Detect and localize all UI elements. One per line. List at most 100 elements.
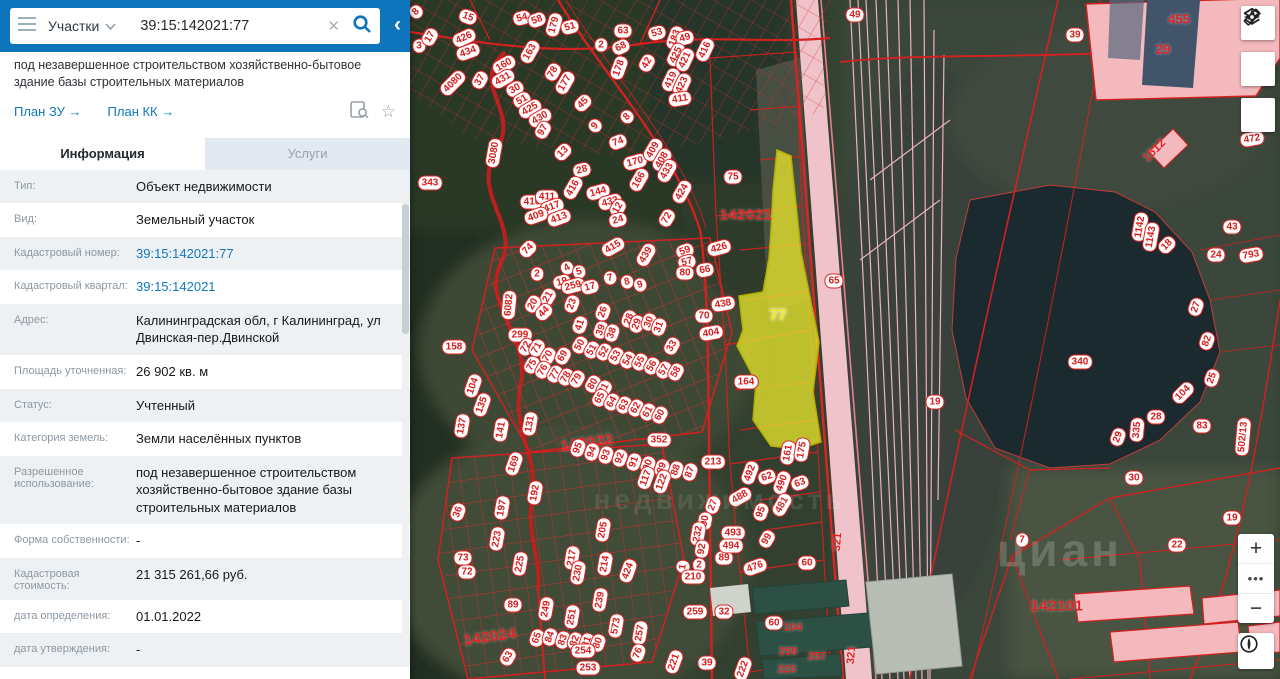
parcel-label[interactable]: 476 [741, 556, 769, 579]
parcel-label[interactable]: 65 [824, 274, 843, 289]
parcel-label[interactable]: 41 [570, 313, 591, 336]
parcel-label[interactable]: 13 [551, 140, 575, 164]
parcel-label[interactable]: 2 [594, 38, 608, 53]
parcel-label[interactable]: 9 [632, 276, 649, 294]
parcel-label[interactable]: 249 [536, 596, 555, 623]
parcel-label[interactable]: 66 [694, 261, 715, 279]
menu-icon[interactable] [18, 17, 36, 36]
parcel-label[interactable]: 29 [1108, 425, 1129, 448]
parcel-label[interactable]: 222 [732, 655, 755, 679]
parcel-label[interactable]: 42 [636, 51, 659, 75]
parcel-label[interactable]: 343 [418, 176, 443, 191]
tab-услуги[interactable]: Услуги [205, 138, 410, 170]
search-category-select[interactable]: Участки [48, 18, 99, 34]
parcel-label[interactable]: 472 [1239, 129, 1266, 148]
parcel-label[interactable]: 192 [525, 480, 544, 507]
parcel-label[interactable]: 251 [562, 604, 581, 631]
collapse-panel-icon[interactable]: ‹ [394, 13, 401, 37]
parcel-label[interactable]: 239 [590, 587, 609, 614]
parcel-label[interactable]: 53 [646, 23, 668, 42]
favorite-star-icon[interactable]: ☆ [381, 103, 396, 120]
parcel-label[interactable]: 74 [516, 237, 540, 261]
plan-link[interactable]: План КК → [108, 104, 175, 119]
parcel-label[interactable]: 169 [503, 450, 526, 478]
parcel-label[interactable]: 793 [1238, 245, 1265, 264]
parcel-label[interactable]: 70 [694, 309, 713, 324]
parcel-label[interactable]: 76 [628, 641, 649, 664]
preview-icon[interactable] [350, 101, 369, 123]
parcel-label[interactable]: 23 [562, 292, 583, 315]
parcel-label[interactable]: 131 [520, 411, 539, 438]
parcel-label[interactable]: 39 [697, 656, 716, 671]
parcel-label[interactable]: 205 [593, 517, 612, 544]
parcel-label[interactable]: 2 [530, 267, 544, 282]
parcel-label[interactable]: 416 [693, 36, 717, 65]
parcel-label[interactable]: 45 [571, 91, 595, 115]
parcel-label[interactable]: 43 [1222, 220, 1241, 235]
parcel-label[interactable]: 335 [1128, 417, 1145, 443]
parcel-label[interactable]: 92 [693, 538, 711, 559]
parcel-label[interactable]: 404 [698, 323, 725, 342]
parcel-label[interactable]: 63 [497, 645, 520, 669]
parcel-label[interactable]: 426 [705, 238, 733, 259]
parcel-label[interactable]: 213 [701, 455, 726, 470]
chevron-down-icon[interactable] [105, 17, 116, 35]
parcel-label[interactable]: 3080 [484, 137, 504, 169]
parcel-label[interactable]: 19 [925, 395, 944, 410]
parcel-label[interactable]: 104 [1169, 379, 1197, 407]
parcel-label[interactable]: 63 [613, 24, 632, 39]
parcel-label[interactable]: 137 [452, 413, 471, 440]
parcel-label[interactable]: 72 [457, 565, 476, 580]
clear-icon[interactable]: ✕ [327, 17, 340, 35]
parcel-label[interactable]: 230 [568, 560, 587, 587]
parcel-label[interactable]: 19 [1222, 511, 1241, 526]
parcel-label[interactable]: 178 [608, 54, 631, 82]
parcel-label[interactable]: 340 [1068, 355, 1093, 370]
scrollbar-thumb[interactable] [402, 204, 409, 334]
parcel-label[interactable]: 424 [617, 557, 640, 585]
parcel-label[interactable]: 163 [517, 38, 542, 67]
parcel-label[interactable]: 259 [683, 605, 708, 620]
parcel-label[interactable]: 439 [633, 241, 658, 270]
parcel-label[interactable]: 164 [734, 375, 759, 390]
measure-button[interactable] [1241, 52, 1275, 86]
plan-link[interactable]: План ЗУ → [14, 104, 82, 119]
parcel-label[interactable]: 30 [1124, 471, 1143, 486]
parcel-label[interactable]: 32 [714, 605, 733, 620]
parcel-label[interactable]: 28 [1146, 410, 1165, 425]
tab-информация[interactable]: Информация [0, 138, 205, 170]
parcel-label[interactable]: 8 [410, 2, 426, 22]
parcel-label[interactable]: 22 [1167, 538, 1186, 553]
parcel-label[interactable]: 25 [1202, 366, 1223, 389]
parcel-label[interactable]: 175 [792, 437, 811, 464]
parcel-label[interactable]: 254 [571, 644, 596, 659]
parcel-label[interactable]: 68 [609, 36, 633, 58]
parcel-label[interactable]: 158 [442, 340, 467, 355]
parcel-label[interactable]: 438 [710, 294, 737, 313]
parcel-label[interactable]: 210 [681, 570, 706, 585]
position-button[interactable] [1241, 98, 1275, 132]
parcel-label[interactable]: 494 [719, 539, 744, 554]
parcel-label[interactable]: 352 [647, 433, 672, 448]
parcel-label[interactable]: 197 [492, 495, 511, 522]
parcel-label[interactable]: 36 [448, 500, 469, 523]
zoom-in-button[interactable]: + [1238, 534, 1274, 564]
parcel-label[interactable]: 27 [1186, 295, 1207, 318]
parcel-label[interactable]: 83 [1192, 419, 1211, 434]
parcel-label[interactable]: 257 [630, 620, 649, 647]
parcel-label[interactable]: 253 [576, 661, 601, 676]
parcel-label[interactable]: 214 [595, 551, 614, 578]
parcel-label[interactable]: 424 [669, 178, 694, 207]
map-canvas[interactable]: 8317154264345458179511631603740804313051… [410, 0, 1280, 679]
parcel-label[interactable]: 573 [606, 613, 625, 640]
parcel-label[interactable]: 99 [756, 527, 779, 551]
parcel-label[interactable]: 9 [585, 116, 605, 136]
parcel-label[interactable]: 74 [606, 132, 629, 153]
parcel-label[interactable]: 7 [602, 269, 619, 287]
parcel-label[interactable]: 72 [656, 206, 679, 230]
search-input[interactable]: 39:15:142021:77 [140, 18, 327, 34]
parcel-label[interactable]: 415 [599, 234, 628, 259]
parcel-label[interactable]: 60 [797, 556, 816, 571]
cadastral-link[interactable]: 39:15:142021:77 [136, 245, 234, 263]
parcel-label[interactable]: 60 [764, 616, 783, 631]
